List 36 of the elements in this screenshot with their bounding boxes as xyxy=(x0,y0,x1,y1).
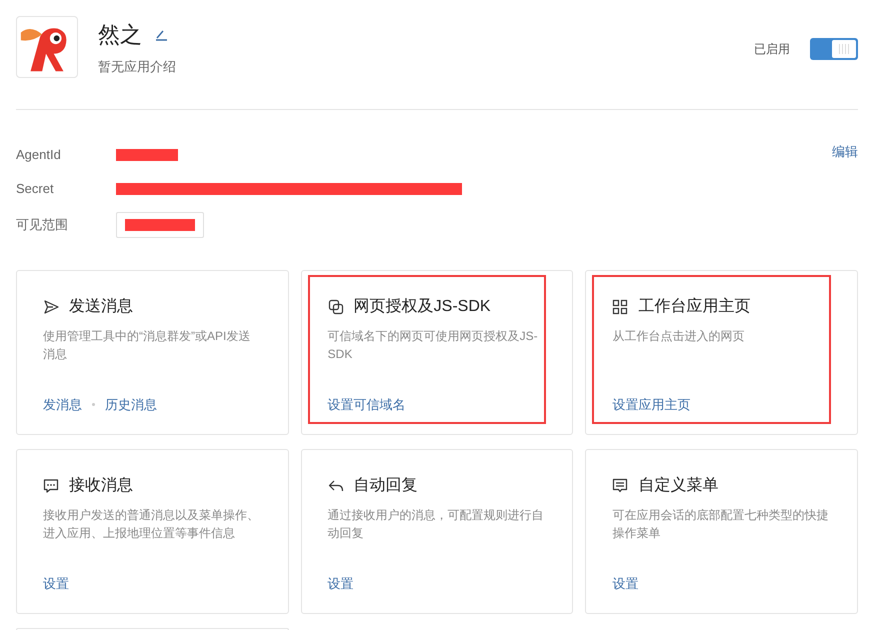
field-label: 可见范围 xyxy=(16,216,69,234)
card-link[interactable]: 历史消息 xyxy=(105,394,157,414)
app-name: 然之 xyxy=(98,21,142,49)
card-link[interactable]: 设置应用主页 xyxy=(612,394,690,414)
reply-arrow-icon xyxy=(328,478,344,494)
card-link[interactable]: 设置 xyxy=(328,574,354,593)
card-link[interactable]: 发消息 xyxy=(43,394,82,414)
app-description: 暂无应用介绍 xyxy=(98,58,176,76)
status-label: 已启用 xyxy=(754,41,790,58)
menu-bubble-icon xyxy=(612,478,628,494)
card-description: 从工作台点击进入的网页 xyxy=(612,328,746,345)
card-link[interactable]: 设置 xyxy=(43,574,69,593)
card-title: 网页授权及JS-SDK xyxy=(354,297,491,317)
field-label: Secret xyxy=(16,180,55,198)
card-description: 接收用户发送的普通消息以及菜单操作、进入应用、上报地理位置等事件信息 xyxy=(43,507,260,542)
card-title: 工作台应用主页 xyxy=(638,296,750,317)
card-description: 通过接收用户的消息，可配置规则进行自动回复 xyxy=(328,507,545,542)
app-logo xyxy=(16,16,78,78)
chat-bubble-icon xyxy=(43,478,59,494)
card-description: 可信域名下的网页可使用网页授权及JS-SDK xyxy=(328,328,539,363)
card-title: 自定义菜单 xyxy=(638,476,718,496)
grid-icon xyxy=(612,299,628,315)
card-description: 可在应用会话的底部配置七种类型的快捷操作菜单 xyxy=(612,507,830,542)
card-title: 发送消息 xyxy=(69,296,133,317)
overlapping-squares-icon xyxy=(328,299,344,315)
card-link[interactable]: 设置可信域名 xyxy=(328,394,406,414)
scope-box[interactable] xyxy=(116,212,204,238)
toggle-switch[interactable] xyxy=(810,38,858,60)
edit-link[interactable]: 编辑 xyxy=(832,142,858,162)
pencil-icon[interactable] xyxy=(154,29,168,41)
field-label: AgentId xyxy=(16,146,62,164)
paper-plane-icon xyxy=(43,299,59,315)
card-link[interactable]: 设置 xyxy=(612,574,638,593)
card-description: 使用管理工具中的“消息群发”或API发送消息 xyxy=(43,328,252,363)
card-title: 接收消息 xyxy=(69,476,133,496)
card-title: 自动回复 xyxy=(354,476,418,496)
